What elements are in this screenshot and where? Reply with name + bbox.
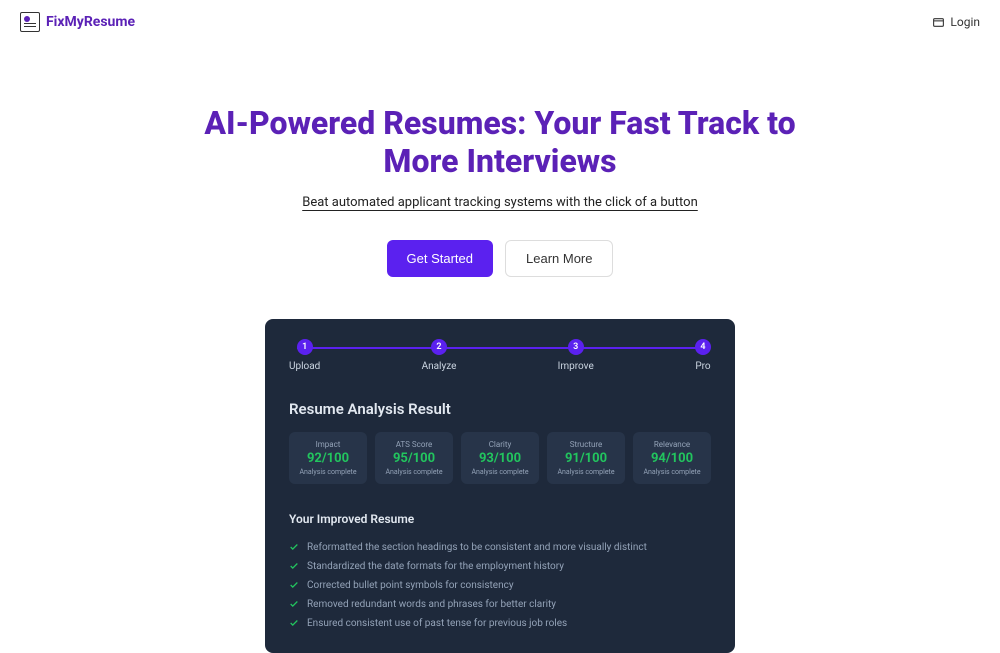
score-label: Impact [293, 440, 363, 449]
check-icon [289, 580, 299, 590]
analysis-title: Resume Analysis Result [289, 400, 711, 418]
score-value: 92/100 [293, 451, 363, 466]
score-relevance: Relevance 94/100 Analysis complete [633, 432, 711, 484]
step-upload: 1 Upload [289, 339, 320, 372]
scores-row: Impact 92/100 Analysis complete ATS Scor… [289, 432, 711, 484]
learn-more-button[interactable]: Learn More [505, 240, 613, 277]
login-link[interactable]: Login [932, 15, 980, 29]
step-dot: 2 [431, 339, 447, 355]
step-label: Upload [289, 361, 320, 372]
step-label: Improve [558, 361, 594, 372]
list-item-text: Standardized the date formats for the em… [307, 561, 564, 572]
step-pro: 4 Pro [695, 339, 711, 372]
resume-icon [20, 12, 40, 32]
score-ats: ATS Score 95/100 Analysis complete [375, 432, 453, 484]
step-analyze: 2 Analyze [422, 339, 457, 372]
hero: AI-Powered Resumes: Your Fast Track to M… [0, 44, 1000, 297]
score-label: Relevance [637, 440, 707, 449]
score-value: 94/100 [637, 451, 707, 466]
get-started-button[interactable]: Get Started [387, 240, 493, 277]
header: FixMyResume Login [0, 0, 1000, 44]
score-label: Clarity [465, 440, 535, 449]
hero-title: AI-Powered Resumes: Your Fast Track to M… [200, 104, 800, 181]
improved-title: Your Improved Resume [289, 512, 711, 526]
list-item-text: Reformatted the section headings to be c… [307, 542, 647, 553]
list-item: Removed redundant words and phrases for … [289, 595, 711, 614]
score-label: ATS Score [379, 440, 449, 449]
step-improve: 3 Improve [558, 339, 594, 372]
score-value: 95/100 [379, 451, 449, 466]
improved-list: Reformatted the section headings to be c… [289, 538, 711, 633]
step-dot: 3 [568, 339, 584, 355]
login-icon [932, 16, 945, 29]
list-item: Reformatted the section headings to be c… [289, 538, 711, 557]
logo[interactable]: FixMyResume [20, 12, 135, 32]
cta-row: Get Started Learn More [20, 240, 980, 277]
score-structure: Structure 91/100 Analysis complete [547, 432, 625, 484]
list-item-text: Ensured consistent use of past tense for… [307, 618, 567, 629]
step-dot: 1 [297, 339, 313, 355]
score-status: Analysis complete [551, 468, 621, 476]
check-icon [289, 542, 299, 552]
score-value: 91/100 [551, 451, 621, 466]
score-status: Analysis complete [637, 468, 707, 476]
step-dot: 4 [695, 339, 711, 355]
list-item: Standardized the date formats for the em… [289, 557, 711, 576]
score-value: 93/100 [465, 451, 535, 466]
score-status: Analysis complete [465, 468, 535, 476]
score-status: Analysis complete [379, 468, 449, 476]
login-text: Login [950, 15, 980, 29]
hero-subtitle: Beat automated applicant tracking system… [20, 195, 980, 210]
step-label: Pro [695, 361, 710, 372]
score-label: Structure [551, 440, 621, 449]
list-item: Ensured consistent use of past tense for… [289, 614, 711, 633]
brand-name: FixMyResume [46, 14, 135, 30]
check-icon [289, 599, 299, 609]
step-label: Analyze [422, 361, 457, 372]
analysis-card: 1 Upload 2 Analyze 3 Improve 4 Pro Resum… [265, 319, 735, 653]
list-item: Corrected bullet point symbols for consi… [289, 576, 711, 595]
list-item-text: Removed redundant words and phrases for … [307, 599, 556, 610]
progress-steps: 1 Upload 2 Analyze 3 Improve 4 Pro [289, 339, 711, 372]
check-icon [289, 618, 299, 628]
score-impact: Impact 92/100 Analysis complete [289, 432, 367, 484]
list-item-text: Corrected bullet point symbols for consi… [307, 580, 514, 591]
score-status: Analysis complete [293, 468, 363, 476]
score-clarity: Clarity 93/100 Analysis complete [461, 432, 539, 484]
